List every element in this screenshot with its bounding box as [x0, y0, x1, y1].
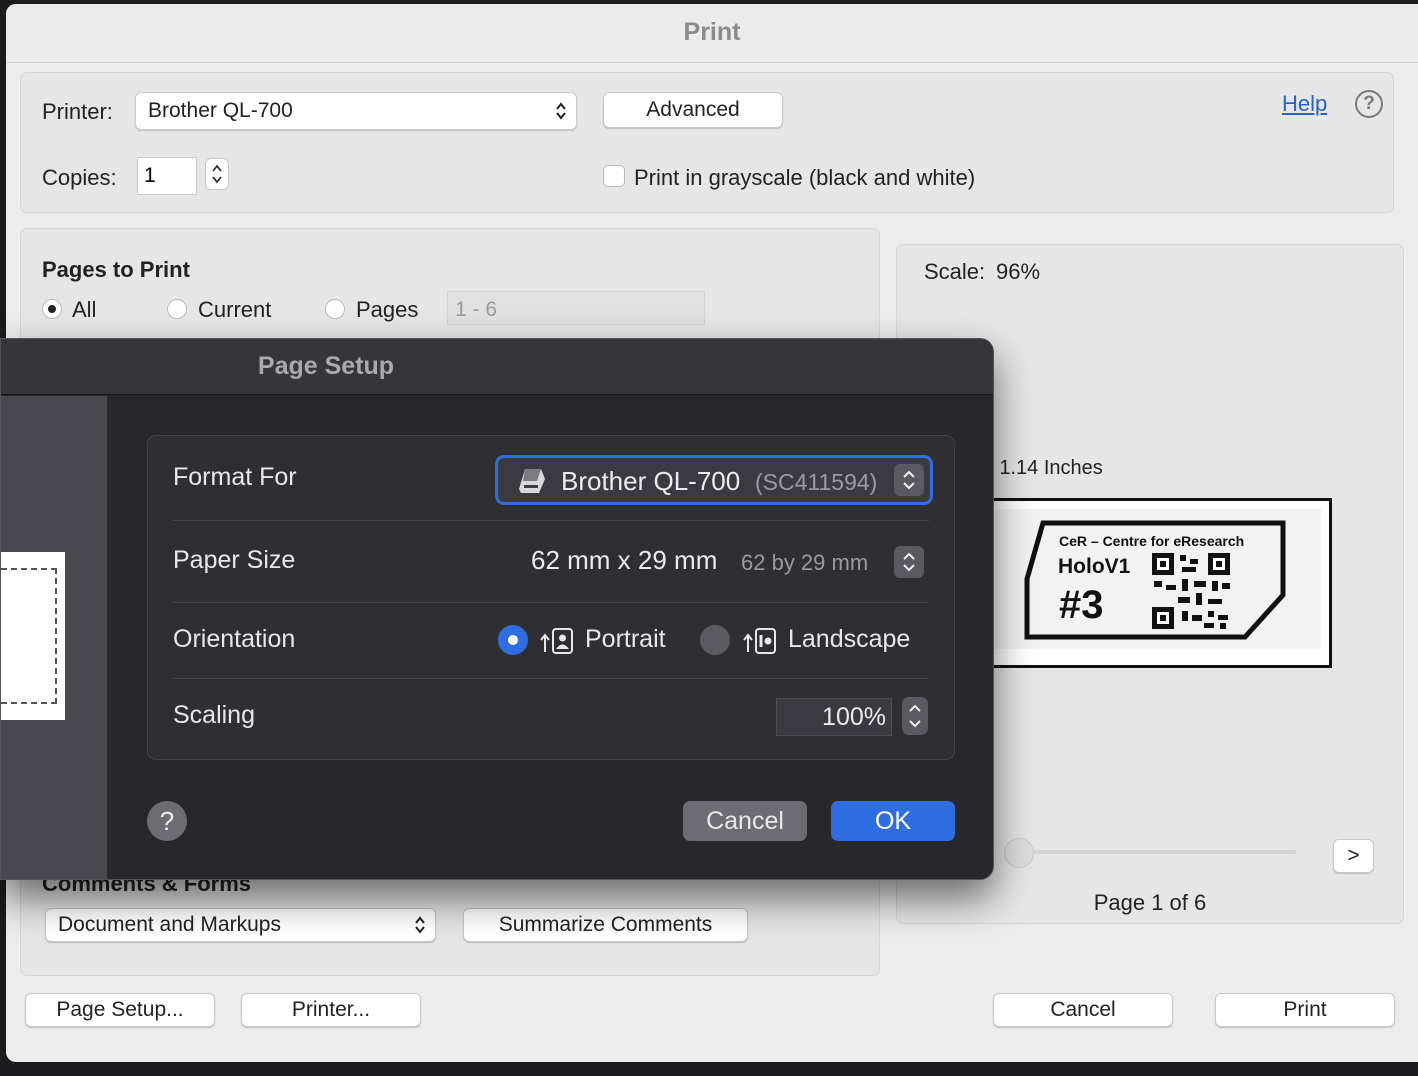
printer-select[interactable]: Brother QL-700 [135, 92, 577, 130]
page-setup-help-button[interactable]: ? [147, 801, 187, 841]
scaling-value: 100% [822, 703, 886, 731]
scaling-input[interactable]: 100% [776, 698, 892, 736]
print-button[interactable]: Print [1215, 993, 1395, 1027]
grayscale-label: Print in grayscale (black and white) [634, 165, 976, 190]
scaling-stepper[interactable] [902, 697, 928, 735]
paper-thumbnail [1, 552, 65, 720]
pages-current-radio[interactable] [167, 299, 187, 319]
page-setup-sheet: Page Setup Format For Brother QL-700 (SC… [0, 338, 994, 880]
portrait-label: Portrait [585, 625, 666, 653]
paper-size-value[interactable]: 62 mm x 29 mm [531, 545, 717, 576]
advanced-button[interactable]: Advanced [603, 92, 783, 128]
stepper-arrows-icon [212, 164, 222, 184]
label-header-text: CeR – Centre for eResearch [1059, 533, 1245, 549]
label-line2-text: #3 [1059, 583, 1104, 627]
updown-chevron-icon [903, 470, 915, 490]
pages-current-label: Current [198, 297, 272, 322]
pages-range-placeholder: 1 - 6 [455, 298, 498, 321]
copies-input[interactable] [137, 157, 197, 195]
format-for-label: Format For [173, 463, 297, 491]
updown-chevron-icon [415, 916, 425, 934]
printer-label: Printer: [42, 99, 113, 124]
pages-range-input[interactable]: 1 - 6 [447, 291, 705, 325]
page-slider-track[interactable] [1018, 850, 1296, 854]
landscape-radio[interactable] [700, 625, 730, 655]
format-for-stepper [894, 464, 924, 496]
pages-range-label: Pages [356, 297, 419, 322]
row-divider [173, 678, 929, 679]
landscape-orientation-icon [743, 628, 776, 654]
help-icon[interactable]: ? [1355, 90, 1383, 118]
scale-label: Scale: [924, 259, 986, 284]
page-setup-title: Page Setup [257, 352, 395, 380]
landscape-label: Landscape [788, 625, 911, 653]
page-setup-settings-box: Format For Brother QL-700 (SC411594) Pap… [147, 435, 955, 760]
format-for-value: Brother QL-700 [561, 466, 741, 496]
page-setup-button[interactable]: Page Setup... [25, 993, 215, 1027]
grayscale-checkbox[interactable] [603, 165, 625, 187]
paper-size-label: Paper Size [173, 546, 296, 574]
printer-button[interactable]: Printer... [241, 993, 421, 1027]
orientation-label: Orientation [173, 625, 296, 653]
paper-size-stepper[interactable] [894, 546, 924, 578]
row-divider [173, 520, 929, 521]
next-page-button[interactable]: > [1333, 839, 1374, 873]
page-setup-ok-button[interactable]: OK [831, 801, 955, 841]
pages-all-radio[interactable] [42, 299, 62, 319]
label-line1-text: HoloV1 [1058, 555, 1131, 578]
qr-code-icon [1152, 553, 1230, 629]
page-indicator: Page 1 of 6 [1093, 890, 1207, 915]
help-link[interactable]: Help [1282, 91, 1327, 117]
paper-margin-outline [1, 568, 57, 704]
print-dialog-title: Print [6, 4, 1418, 63]
paper-size-detail: 62 by 29 mm [741, 550, 869, 575]
portrait-radio[interactable] [498, 625, 528, 655]
scale-value: 96% [996, 259, 1041, 284]
scaling-label: Scaling [173, 701, 255, 729]
comments-select-value: Document and Markups [58, 913, 281, 936]
row-divider [173, 602, 929, 603]
printer-icon [519, 469, 545, 493]
pages-all-label: All [72, 297, 97, 322]
format-for-select[interactable]: Brother QL-700 (SC411594) [495, 455, 933, 505]
portrait-orientation-icon [540, 628, 573, 654]
printer-select-value: Brother QL-700 [148, 99, 293, 122]
cancel-button[interactable]: Cancel [993, 993, 1173, 1027]
pages-range-radio[interactable] [325, 299, 345, 319]
summarize-comments-button[interactable]: Summarize Comments [463, 908, 748, 942]
format-for-detail: (SC411594) [755, 469, 878, 495]
radio-dot [508, 635, 518, 645]
comments-select[interactable]: Document and Markups [45, 908, 436, 942]
copies-label: Copies: [42, 165, 117, 190]
page-setup-cancel-button[interactable]: Cancel [683, 801, 807, 841]
updown-chevron-icon [556, 102, 566, 120]
pages-heading: Pages to Print [42, 257, 190, 282]
stepper-arrows-icon [909, 704, 921, 728]
updown-chevron-icon [903, 552, 915, 572]
page-slider-knob[interactable] [1004, 838, 1034, 868]
copies-stepper[interactable] [205, 158, 229, 190]
